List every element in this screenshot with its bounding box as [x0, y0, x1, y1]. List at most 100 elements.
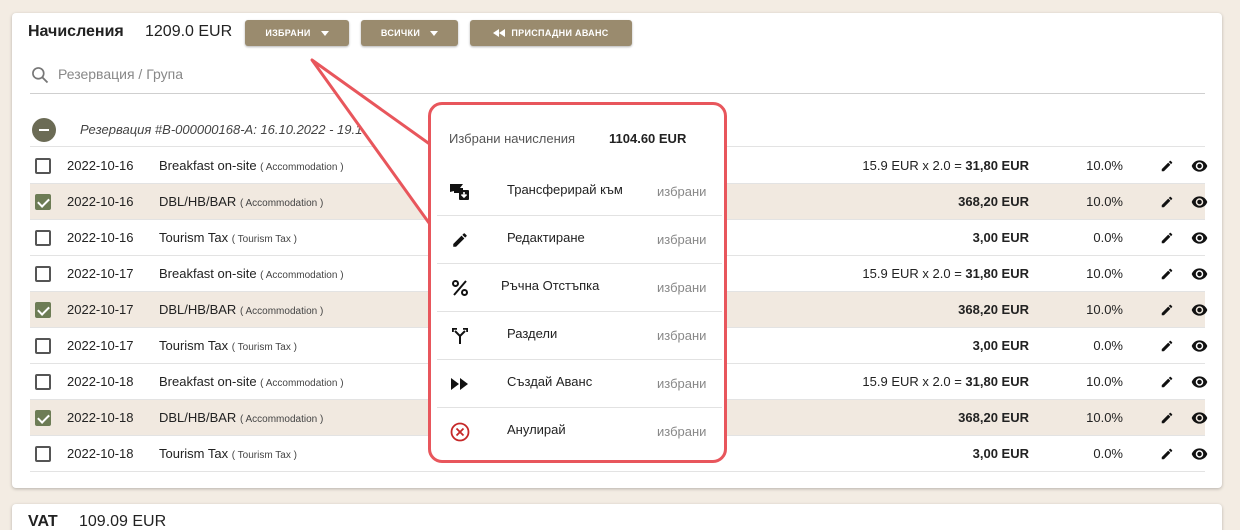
row-checkbox[interactable] [35, 194, 51, 210]
rewind-icon [493, 29, 506, 37]
selected-actions-popup: Избрани начисления 1104.60 EUR Трансфери… [428, 102, 727, 463]
row-checkbox[interactable] [35, 410, 51, 426]
vat-title: VAT [28, 513, 58, 530]
row-amount-value: 3,00 EUR [972, 446, 1029, 461]
row-checkbox[interactable] [35, 302, 51, 318]
row-calc: 15.9 EUR x 2.0 = [862, 158, 966, 173]
menu-item-label: Анулирай [507, 422, 566, 437]
row-category: ( Accommodation ) [260, 378, 344, 389]
row-amount: 15.9 EUR x 2.0 = 31,80 EUR [862, 158, 1029, 173]
eye-icon[interactable] [1191, 231, 1208, 245]
menu-item-split[interactable]: Раздели избрани [437, 312, 722, 360]
row-date: 2022-10-16 [67, 158, 134, 173]
row-category: ( Accommodation ) [239, 414, 324, 425]
row-name: DBL/HB/BAR [159, 410, 237, 425]
row-checkbox[interactable] [35, 446, 51, 462]
row-amount: 3,00 EUR [973, 446, 1029, 461]
row-category: ( Accommodation ) [260, 162, 344, 173]
row-category: ( Accommodation ) [239, 306, 324, 317]
pencil-icon[interactable] [1160, 159, 1174, 173]
eye-icon[interactable] [1191, 411, 1208, 425]
row-checkbox[interactable] [35, 266, 51, 282]
menu-item-cancel[interactable]: Анулирай избрани [437, 408, 722, 456]
row-amount-value: 368,20 EUR [958, 410, 1029, 425]
popup-menu: Трансферирай към избрани Редактиране изб… [437, 168, 722, 456]
menu-item-transfer[interactable]: Трансферирай към избрани [437, 168, 722, 216]
row-checkbox[interactable] [35, 338, 51, 354]
menu-item-edit[interactable]: Редактиране избрани [437, 216, 722, 264]
row-amount-value: 31,80 EUR [965, 158, 1029, 173]
row-name: Breakfast on-site [159, 266, 257, 281]
row-checkbox[interactable] [35, 230, 51, 246]
row-amount-value: 3,00 EUR [972, 230, 1029, 245]
row-amount: 368,20 EUR [958, 302, 1029, 317]
row-vat-percent: 10.0% [1086, 158, 1123, 173]
eye-icon[interactable] [1191, 195, 1208, 209]
pencil-icon[interactable] [1160, 339, 1174, 353]
menu-item-create-advance[interactable]: Създай Аванс избрани [437, 360, 722, 408]
pencil-icon[interactable] [1160, 411, 1174, 425]
row-amount: 3,00 EUR [973, 230, 1029, 245]
menu-item-manual-discount[interactable]: Ръчна Отстъпка избрани [437, 264, 722, 312]
row-vat-percent: 0.0% [1093, 338, 1123, 353]
row-name: Tourism Tax [159, 338, 229, 353]
row-checkbox[interactable] [35, 374, 51, 390]
pencil-icon[interactable] [1160, 231, 1174, 245]
eye-icon[interactable] [1191, 267, 1208, 281]
menu-item-label: Създай Аванс [507, 374, 593, 389]
row-amount-value: 3,00 EUR [972, 338, 1029, 353]
row-name: DBL/HB/BAR [159, 194, 237, 209]
collapse-group-button[interactable] [32, 118, 56, 142]
menu-item-sub: избрани [657, 328, 707, 343]
pencil-icon[interactable] [1160, 447, 1174, 461]
row-description: Tourism Tax ( Tourism Tax ) [159, 446, 297, 461]
menu-item-sub: избрани [657, 184, 707, 199]
row-name: DBL/HB/BAR [159, 302, 237, 317]
eye-icon[interactable] [1191, 159, 1208, 173]
vat-total: 109.09 EUR [79, 513, 167, 530]
search-input[interactable] [58, 63, 658, 85]
row-category: ( Accommodation ) [260, 270, 344, 281]
transfer-icon [449, 181, 471, 203]
eye-icon[interactable] [1191, 303, 1208, 317]
row-amount: 15.9 EUR x 2.0 = 31,80 EUR [862, 266, 1029, 281]
row-date: 2022-10-16 [67, 194, 134, 209]
row-description: Breakfast on-site ( Accommodation ) [159, 374, 344, 389]
row-description: Breakfast on-site ( Accommodation ) [159, 158, 344, 173]
row-amount: 15.9 EUR x 2.0 = 31,80 EUR [862, 374, 1029, 389]
row-vat-percent: 10.0% [1086, 374, 1123, 389]
search-icon [32, 67, 49, 84]
all-dropdown-button[interactable]: ВСИЧКИ [361, 20, 458, 46]
reservation-group-label: Резервация #B-000000168-A: 16.10.2022 - … [80, 122, 403, 137]
row-date: 2022-10-17 [67, 302, 134, 317]
pencil-icon[interactable] [1160, 195, 1174, 209]
row-checkbox[interactable] [35, 158, 51, 174]
fast-forward-icon [449, 373, 471, 395]
row-vat-percent: 0.0% [1093, 230, 1123, 245]
row-description: Breakfast on-site ( Accommodation ) [159, 266, 344, 281]
menu-item-label: Раздели [507, 326, 558, 341]
menu-item-sub: избрани [657, 376, 707, 391]
row-name: Tourism Tax [159, 446, 229, 461]
row-vat-percent: 10.0% [1086, 266, 1123, 281]
menu-item-sub: избрани [657, 232, 707, 247]
eye-icon[interactable] [1191, 375, 1208, 389]
eye-icon[interactable] [1191, 447, 1208, 461]
pencil-icon[interactable] [1160, 303, 1174, 317]
row-description: DBL/HB/BAR ( Accommodation ) [159, 194, 323, 209]
pencil-icon[interactable] [1160, 375, 1174, 389]
all-button-label: ВСИЧКИ [380, 28, 421, 38]
split-icon [449, 325, 471, 347]
pencil-icon[interactable] [1160, 267, 1174, 281]
row-amount-value: 31,80 EUR [965, 266, 1029, 281]
row-vat-percent: 10.0% [1086, 302, 1123, 317]
deduct-advance-label: ПРИСПАДНИ АВАНС [511, 28, 609, 38]
selected-dropdown-button[interactable]: ИЗБРАНИ [245, 20, 349, 46]
row-date: 2022-10-17 [67, 338, 134, 353]
row-date: 2022-10-16 [67, 230, 134, 245]
search-bar [30, 63, 1205, 94]
percent-icon [449, 277, 471, 299]
eye-icon[interactable] [1191, 339, 1208, 353]
deduct-advance-button[interactable]: ПРИСПАДНИ АВАНС [470, 20, 632, 46]
menu-item-sub: избрани [657, 280, 707, 295]
